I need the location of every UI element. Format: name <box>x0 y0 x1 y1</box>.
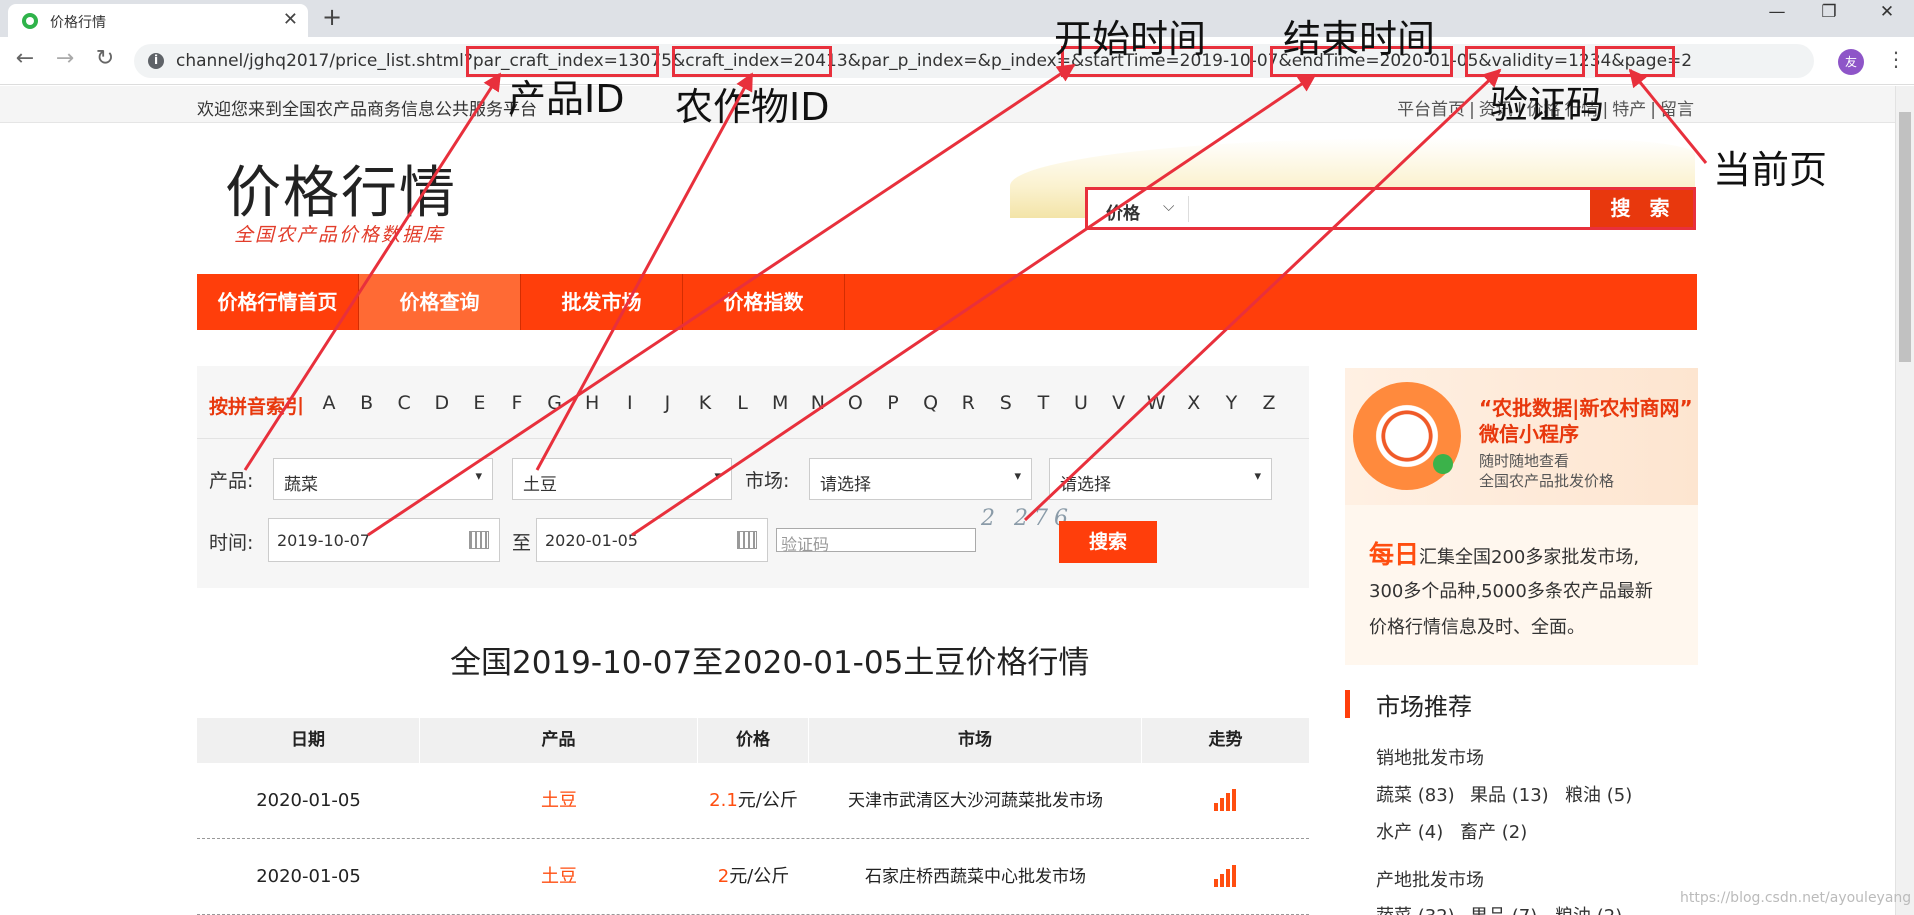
screenshot: 价格行情 ✕ + — ❐ ✕ ← → ↻ channel/jghq2017/pr… <box>0 0 1914 915</box>
arrow-crop-id <box>535 72 754 471</box>
arrow-start-time <box>367 63 1076 537</box>
arrow-product-id <box>243 72 502 471</box>
arrow-end-time <box>631 73 1317 537</box>
arrow-current-page <box>1628 68 1708 164</box>
annotation-arrows <box>243 63 1708 537</box>
arrow-captcha <box>1023 68 1502 522</box>
